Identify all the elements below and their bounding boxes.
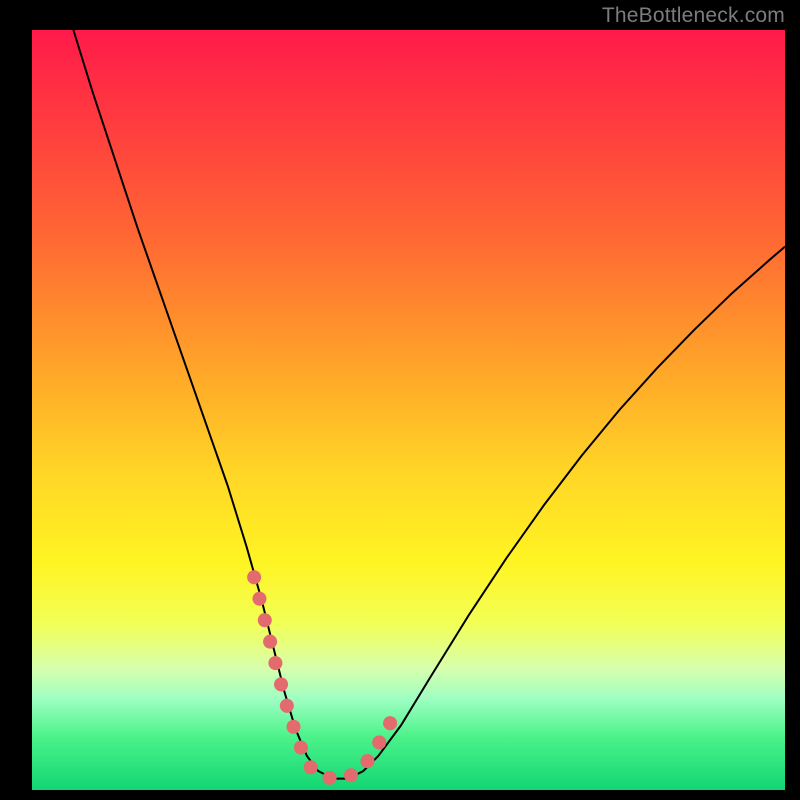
chart-overlay — [0, 0, 800, 800]
curve-layer — [73, 30, 785, 779]
series-bottleneck-curve — [73, 30, 785, 779]
chart-frame: TheBottleneck.com — [0, 0, 800, 800]
watermark-text: TheBottleneck.com — [602, 4, 785, 28]
series-marker-band — [254, 577, 397, 778]
